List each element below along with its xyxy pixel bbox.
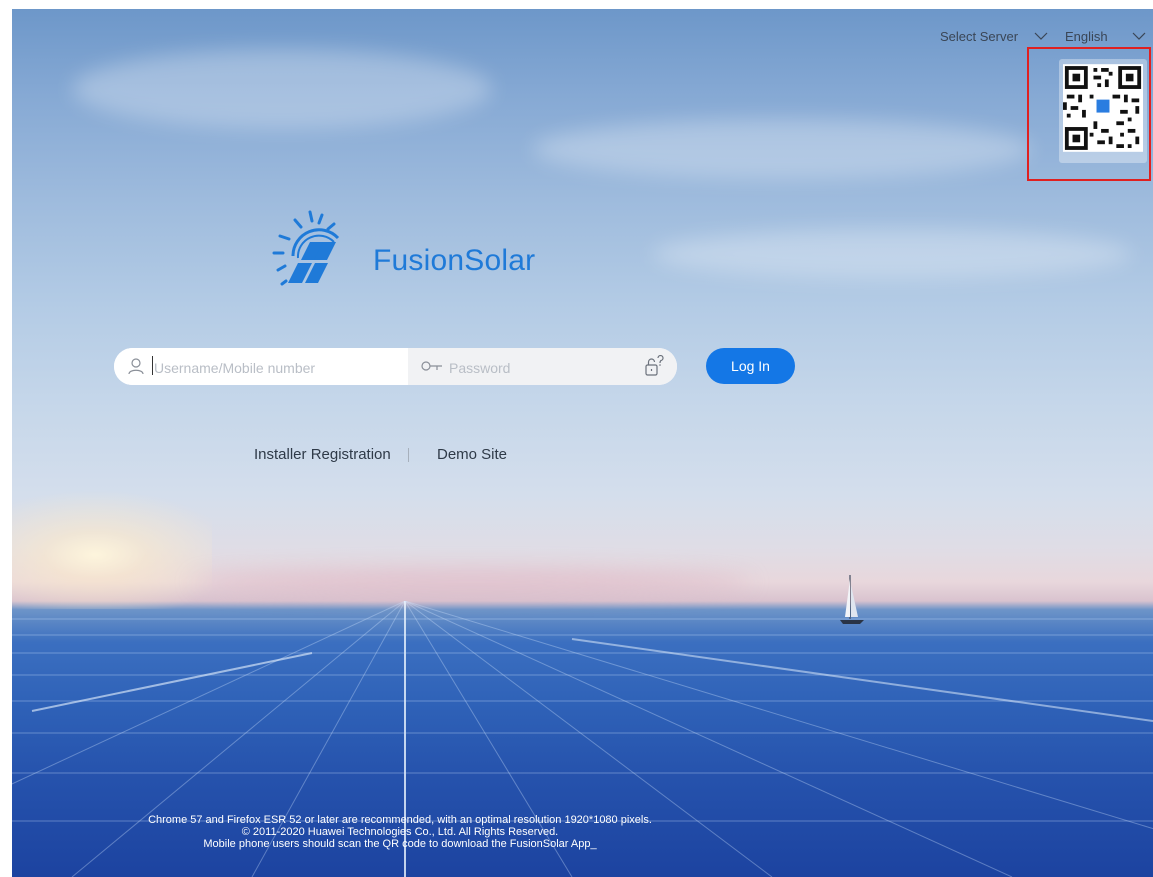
fusionsolar-logo [272,210,340,286]
background-scene [12,9,1153,877]
username-input[interactable] [152,357,406,379]
server-select[interactable]: Select Server [940,27,1048,45]
footer: Chrome 57 and Firefox ESR 52 or later ar… [0,814,800,850]
footer-browser-note: Chrome 57 and Firefox ESR 52 or later ar… [148,814,652,826]
cloud [72,49,492,129]
cloud [532,119,1032,179]
footer-app-note: Mobile phone users should scan the QR co… [203,838,597,850]
key-icon [421,361,442,371]
brand-name: FusionSolar [373,244,536,277]
demo-site-link[interactable]: Demo Site [437,446,507,463]
login-button[interactable]: Log In [706,348,795,384]
footer-copyright: © 2011-2020 Huawei Technologies Co., Ltd… [241,826,559,838]
cloud [652,229,1132,279]
installer-registration-link[interactable]: Installer Registration [254,446,391,463]
server-select-label: Select Server [940,28,1019,44]
chevron-down-icon [1132,32,1146,40]
user-icon [128,358,144,375]
login-bar [114,348,677,385]
cloud [192,569,752,595]
username-field[interactable] [114,348,408,385]
password-field[interactable] [408,348,677,385]
lock-question-icon[interactable] [644,355,666,377]
qr-highlight [1027,47,1151,181]
chevron-down-icon [1034,32,1048,40]
sailboat-icon [840,575,864,624]
qr-code-icon [1063,64,1143,152]
sun-glow [12,489,212,609]
language-select[interactable]: English [1065,27,1146,45]
link-separator [408,448,409,462]
password-input[interactable] [447,357,631,379]
qr-card[interactable] [1059,59,1147,163]
language-select-label: English [1065,28,1108,44]
text-cursor [152,356,153,375]
